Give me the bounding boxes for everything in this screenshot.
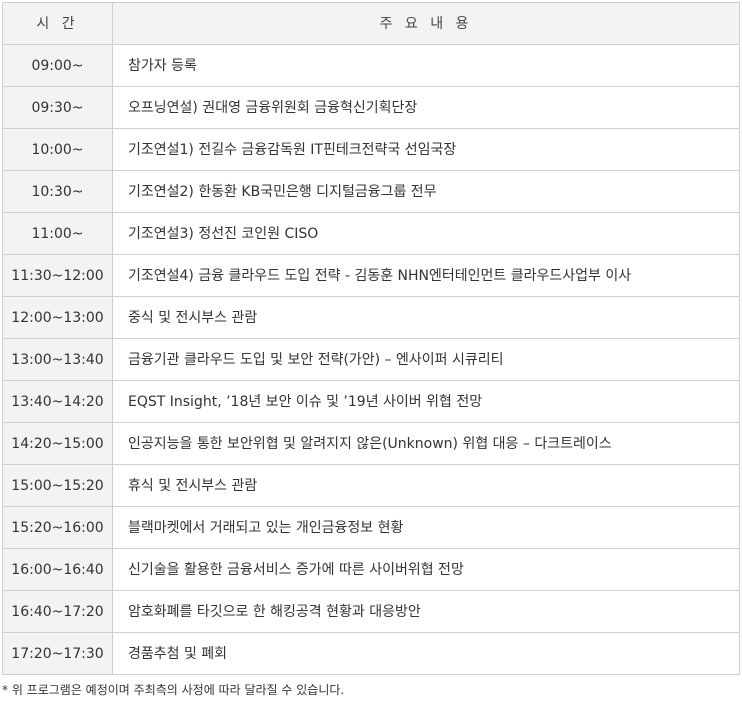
time-cell: 17:20~17:30 (2, 632, 113, 675)
table-row: 09:30~ 오프닝연설) 권대영 금융위원회 금융혁신기획단장 (2, 86, 740, 129)
time-cell: 16:40~17:20 (2, 590, 113, 633)
content-column-header: 주 요 내 용 (112, 2, 740, 45)
table-row: 10:00~ 기조연설1) 전길수 금융감독원 IT핀테크전략국 선임국장 (2, 128, 740, 171)
table-header-row: 시 간 주 요 내 용 (2, 2, 740, 45)
time-cell: 11:00~ (2, 212, 113, 255)
program-schedule-table: 시 간 주 요 내 용 09:00~ 참가자 등록 09:30~ 오프닝연설) … (2, 2, 740, 675)
table-row: 13:00~13:40 금융기관 클라우드 도입 및 보안 전략(가안) – 엔… (2, 338, 740, 381)
time-cell: 10:00~ (2, 128, 113, 171)
table-row: 10:30~ 기조연설2) 한동환 KB국민은행 디지털금융그룹 전무 (2, 170, 740, 213)
content-cell: 기조연설3) 정선진 코인원 CISO (112, 212, 740, 255)
table-row: 15:20~16:00 블랙마켓에서 거래되고 있는 개인금융정보 현황 (2, 506, 740, 549)
time-cell: 13:40~14:20 (2, 380, 113, 423)
time-cell: 15:00~15:20 (2, 464, 113, 507)
time-cell: 09:30~ (2, 86, 113, 129)
time-cell: 14:20~15:00 (2, 422, 113, 465)
content-cell: 중식 및 전시부스 관람 (112, 296, 740, 339)
time-column-header: 시 간 (2, 2, 113, 45)
content-cell: 블랙마켓에서 거래되고 있는 개인금융정보 현황 (112, 506, 740, 549)
table-row: 16:00~16:40 신기술을 활용한 금융서비스 증가에 따른 사이버위협 … (2, 548, 740, 591)
time-cell: 15:20~16:00 (2, 506, 113, 549)
content-cell: 참가자 등록 (112, 44, 740, 87)
table-row: 15:00~15:20 휴식 및 전시부스 관람 (2, 464, 740, 507)
table-row: 11:30~12:00 기조연설4) 금융 클라우드 도입 전략 - 김동훈 N… (2, 254, 740, 297)
table-row: 11:00~ 기조연설3) 정선진 코인원 CISO (2, 212, 740, 255)
content-cell: 오프닝연설) 권대영 금융위원회 금융혁신기획단장 (112, 86, 740, 129)
content-cell: 인공지능을 통한 보안위협 및 알려지지 않은(Unknown) 위협 대응 –… (112, 422, 740, 465)
content-cell: 경품추첨 및 폐회 (112, 632, 740, 675)
time-cell: 10:30~ (2, 170, 113, 213)
table-row: 16:40~17:20 암호화폐를 타깃으로 한 해킹공격 현황과 대응방안 (2, 590, 740, 633)
table-row: 09:00~ 참가자 등록 (2, 44, 740, 87)
time-cell: 11:30~12:00 (2, 254, 113, 297)
content-cell: 신기술을 활용한 금융서비스 증가에 따른 사이버위협 전망 (112, 548, 740, 591)
content-cell: 암호화폐를 타깃으로 한 해킹공격 현황과 대응방안 (112, 590, 740, 633)
content-cell: 금융기관 클라우드 도입 및 보안 전략(가안) – 엔사이퍼 시큐리티 (112, 338, 740, 381)
time-cell: 12:00~13:00 (2, 296, 113, 339)
content-cell: 휴식 및 전시부스 관람 (112, 464, 740, 507)
schedule-footnote: * 위 프로그램은 예정이며 주최측의 사정에 따라 달라질 수 있습니다. (2, 683, 345, 697)
table-row: 13:40~14:20 EQST Insight, ’18년 보안 이슈 및 ’… (2, 380, 740, 423)
table-row: 14:20~15:00 인공지능을 통한 보안위협 및 알려지지 않은(Unkn… (2, 422, 740, 465)
table-row: 17:20~17:30 경품추첨 및 폐회 (2, 632, 740, 675)
content-cell: 기조연설1) 전길수 금융감독원 IT핀테크전략국 선임국장 (112, 128, 740, 171)
time-cell: 13:00~13:40 (2, 338, 113, 381)
content-cell: 기조연설4) 금융 클라우드 도입 전략 - 김동훈 NHN엔터테인먼트 클라우… (112, 254, 740, 297)
content-cell: 기조연설2) 한동환 KB국민은행 디지털금융그룹 전무 (112, 170, 740, 213)
time-cell: 09:00~ (2, 44, 113, 87)
content-cell: EQST Insight, ’18년 보안 이슈 및 ’19년 사이버 위협 전… (112, 380, 740, 423)
table-row: 12:00~13:00 중식 및 전시부스 관람 (2, 296, 740, 339)
time-cell: 16:00~16:40 (2, 548, 113, 591)
